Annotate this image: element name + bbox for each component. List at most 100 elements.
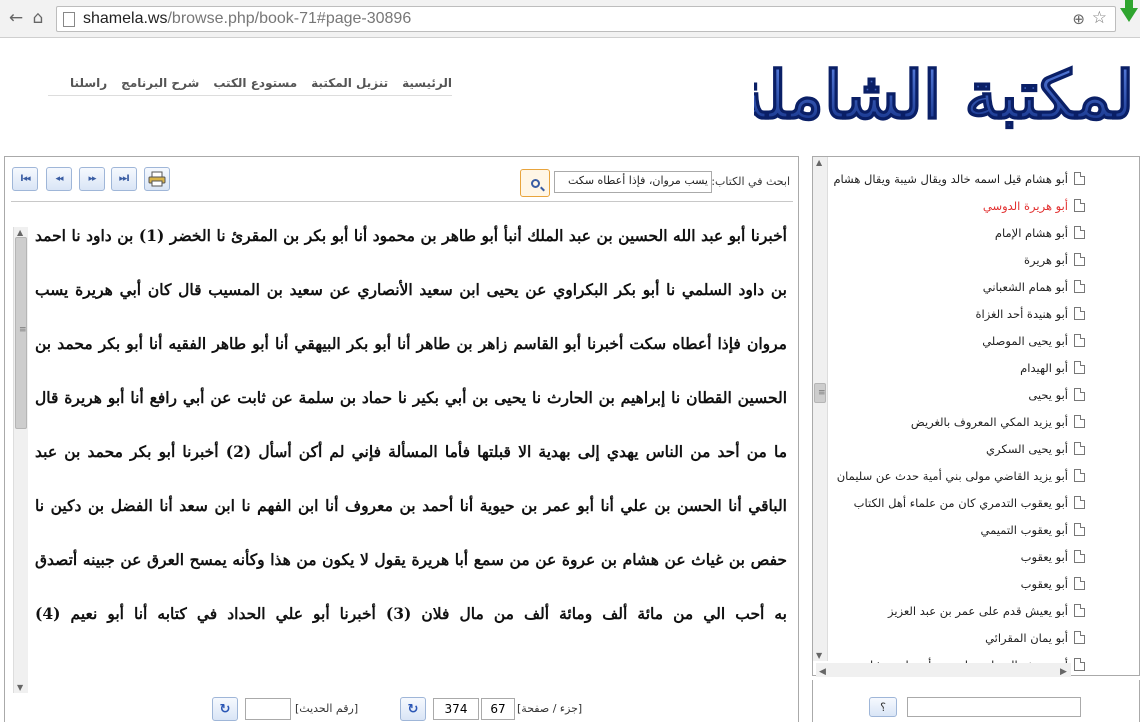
document-icon bbox=[1074, 415, 1085, 428]
toc-item[interactable]: أبو يزيد القاضي مولى بني أمية حدث عن سلي… bbox=[829, 462, 1085, 489]
scroll-down-icon[interactable]: ▼ bbox=[816, 651, 822, 660]
print-button[interactable] bbox=[144, 167, 170, 191]
toc-item-label: أبو يمان المقرائي bbox=[985, 631, 1068, 645]
toc-scrollbar[interactable]: ▲ ≡ ▼ bbox=[813, 157, 828, 661]
scroll-up-icon[interactable]: ▲ bbox=[17, 228, 23, 237]
zoom-icon[interactable]: ⊕ bbox=[1072, 10, 1085, 28]
toc-item[interactable]: أبو يعقوب التميمي bbox=[829, 516, 1085, 543]
document-icon bbox=[1074, 604, 1085, 617]
toc-item[interactable]: أبو همام الشعباني bbox=[829, 273, 1085, 300]
address-bar[interactable]: shamela.ws/browse.php/book-71#page-30896… bbox=[56, 6, 1116, 32]
svg-text:◀: ◀ bbox=[819, 667, 826, 677]
document-icon bbox=[1074, 388, 1085, 401]
url-text: shamela.ws/browse.php/book-71#page-30896 bbox=[83, 10, 412, 27]
toc-item[interactable]: أبو هنيدة أحد الغزاة bbox=[829, 300, 1085, 327]
document-icon bbox=[1074, 253, 1085, 266]
download-icon[interactable] bbox=[1120, 0, 1138, 22]
toc-item[interactable]: أبو يمان المقرائي bbox=[829, 624, 1085, 651]
toc-item[interactable]: أبو يعيش قدم على عمر بن عبد العزيز bbox=[829, 597, 1085, 624]
part-input[interactable]: 67 bbox=[481, 698, 515, 720]
document-icon bbox=[1074, 226, 1085, 239]
nav-download-library[interactable]: تنزيل المكتبة bbox=[311, 76, 388, 95]
scroll-down-icon[interactable]: ▼ bbox=[17, 683, 23, 692]
toc-item-label: أبو هريرة bbox=[1024, 253, 1068, 267]
grip-icon: ≡ bbox=[818, 388, 826, 398]
toc-item[interactable]: أبو يزيد المكي المعروف بالغريض bbox=[829, 408, 1085, 435]
toc-item[interactable]: أبو هشام الإمام bbox=[829, 219, 1085, 246]
scroll-thumb[interactable]: ≡ bbox=[15, 237, 27, 429]
book-search-label: ابحث في الكتاب: bbox=[711, 175, 790, 188]
toc-item[interactable]: أبو هريرة bbox=[829, 246, 1085, 273]
text-scrollbar[interactable]: ▲ ≡ ▼ bbox=[13, 227, 28, 693]
go-hadith-button[interactable]: ↻ bbox=[212, 697, 238, 721]
toc-item[interactable]: أبو يعقوب bbox=[829, 570, 1085, 597]
star-icon[interactable]: ☆ bbox=[1092, 8, 1107, 28]
toc-item[interactable]: أبو يعقوب التدمري كان من علماء أهل الكتا… bbox=[829, 489, 1085, 516]
book-search-input[interactable]: يسب مروان، فإذا أعطاه سكت bbox=[554, 171, 712, 193]
document-icon bbox=[1074, 334, 1085, 347]
refresh-icon: ↻ bbox=[219, 701, 231, 717]
toc-item-label: أبو يعيش قدم على عمر بن عبد العزيز bbox=[887, 604, 1068, 618]
document-icon bbox=[1074, 496, 1085, 509]
document-icon bbox=[1074, 631, 1085, 644]
toc-item-label: أبو يزيد القاضي مولى بني أمية حدث عن سلي… bbox=[836, 469, 1068, 483]
nav-books-repository[interactable]: مستودع الكتب bbox=[213, 76, 297, 95]
toc-item-label: أبو هشام الإمام bbox=[994, 226, 1068, 240]
toc-item-label: أبو يعقوب التميمي bbox=[980, 523, 1068, 537]
toc-item-label: أبو هنيدة أحد الغزاة bbox=[975, 307, 1068, 321]
scroll-up-icon[interactable]: ▲ bbox=[816, 158, 822, 167]
document-icon bbox=[1074, 442, 1085, 455]
back-arrow-icon[interactable]: ← bbox=[6, 8, 26, 28]
document-icon bbox=[1074, 361, 1085, 374]
print-icon bbox=[148, 171, 166, 187]
toc-item-label: أبو يحيى السكري bbox=[986, 442, 1068, 456]
toc-item[interactable]: أبو يحيى السكري bbox=[829, 435, 1085, 462]
toc-item-label: أبو يحيى bbox=[1028, 388, 1068, 402]
toc-item-label: أبو همام الشعباني bbox=[982, 280, 1068, 294]
nav-home[interactable]: الرئيسية bbox=[402, 76, 452, 95]
toc-panel: ▲ ≡ ▼ أبو هشام قيل اسمه خالد ويقال شيبة … bbox=[812, 156, 1140, 676]
nav-program-guide[interactable]: شرح البرنامج bbox=[121, 76, 199, 95]
home-icon[interactable]: ⌂ bbox=[28, 8, 48, 28]
grip-icon: ≡ bbox=[19, 325, 27, 335]
toc-search-area: ؟ bbox=[812, 680, 1140, 722]
document-icon bbox=[1074, 172, 1085, 185]
go-page-button[interactable]: ↻ bbox=[400, 697, 426, 721]
toc-item-label: أبو هريرة الدوسي bbox=[982, 199, 1068, 213]
book-text: أخبرنا أبو عبد الله الحسين بن عبد الملك … bbox=[35, 226, 787, 623]
part-page-label: [جزء / صفحة] bbox=[517, 702, 583, 715]
toc-search-input[interactable] bbox=[907, 697, 1081, 717]
toc-search-button[interactable]: ؟ bbox=[869, 697, 897, 717]
hadith-input[interactable] bbox=[245, 698, 291, 720]
toc-item[interactable]: أبو الهيدام bbox=[829, 354, 1085, 381]
toc-horizontal-scrollbar[interactable]: ◀ ▶ bbox=[816, 662, 1071, 677]
last-page-button[interactable]: ▸▸I bbox=[111, 167, 137, 191]
site-nav: الرئيسية تنزيل المكتبة مستودع الكتب شرح … bbox=[48, 76, 452, 96]
nav-contact[interactable]: راسلنا bbox=[70, 76, 107, 95]
document-icon bbox=[1074, 469, 1085, 482]
document-icon bbox=[1074, 658, 1085, 671]
page-input[interactable]: 374 bbox=[433, 698, 479, 720]
prev-page-button[interactable]: ◂◂ bbox=[46, 167, 72, 191]
document-icon bbox=[1074, 199, 1085, 212]
toc-item-label: أبو يعقوب bbox=[1020, 550, 1068, 564]
toolbar-divider bbox=[11, 201, 793, 202]
next-page-button[interactable]: ▸▸ bbox=[79, 167, 105, 191]
search-icon bbox=[530, 178, 540, 188]
logo-text: المكتبة الشاملة bbox=[754, 56, 1130, 134]
scroll-thumb[interactable]: ≡ bbox=[814, 383, 826, 403]
toc-item[interactable]: أبو هشام قيل اسمه خالد ويقال شيبة ويقال … bbox=[829, 165, 1085, 192]
first-page-button[interactable]: I◂◂ bbox=[12, 167, 38, 191]
toc-item[interactable]: أبو يحيى الموصلي bbox=[829, 327, 1085, 354]
book-panel: I◂◂ ◂◂ ▸▸ ▸▸I ابحث في الكتاب: يسب مروان،… bbox=[4, 156, 799, 722]
toc-item[interactable]: أبو هريرة الدوسي bbox=[829, 192, 1085, 219]
toc-item-label: أبو هشام قيل اسمه خالد ويقال شيبة ويقال … bbox=[833, 172, 1068, 186]
book-search-button[interactable] bbox=[520, 169, 550, 197]
toc-item[interactable]: أبو يحيى bbox=[829, 381, 1085, 408]
site-logo[interactable]: المكتبة الشاملة bbox=[731, 40, 1140, 150]
browser-toolbar: ← ⌂ shamela.ws/browse.php/book-71#page-3… bbox=[0, 0, 1140, 38]
document-icon bbox=[1074, 550, 1085, 563]
document-icon bbox=[1074, 280, 1085, 293]
toc-item[interactable]: أبو يعقوب bbox=[829, 543, 1085, 570]
toc-item-label: أبو يزيد المكي المعروف بالغريض bbox=[910, 415, 1068, 429]
